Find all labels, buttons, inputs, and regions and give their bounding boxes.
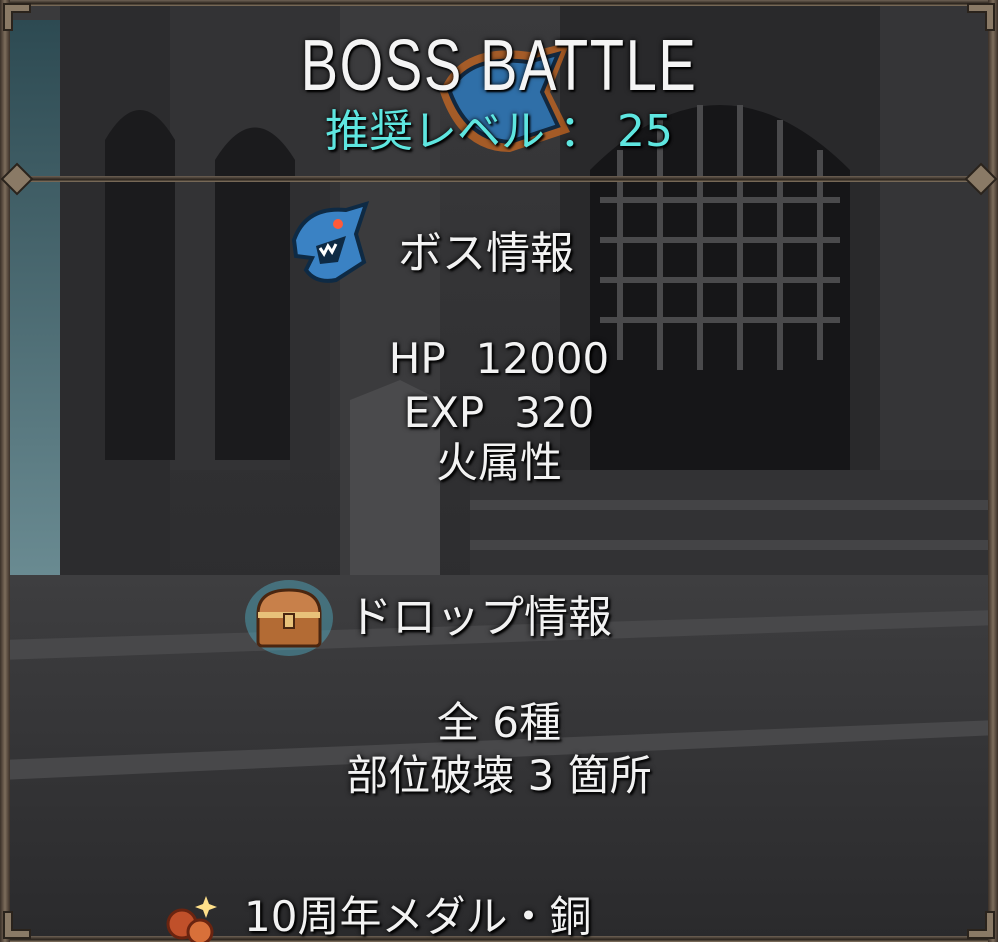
boss-hp: HP 12000 — [0, 338, 998, 380]
exp-label: EXP — [403, 388, 485, 437]
drop-total: 全 6種 — [436, 698, 562, 747]
header-divider — [0, 176, 998, 182]
boss-shark-icon — [291, 200, 370, 283]
exp-value: 320 — [514, 388, 595, 437]
recommended-level: 推奨レベル ： 25 — [325, 106, 673, 157]
drop-info-heading: ドロップ情報 — [348, 592, 612, 643]
corner-ornament-icon — [967, 911, 995, 939]
part-break-count: 部位破壊 3 箇所 — [346, 751, 652, 800]
corner-ornament-icon — [3, 911, 31, 939]
top-frame — [0, 0, 998, 6]
corner-ornament-icon — [967, 3, 995, 31]
page-title: BOSS BATTLE — [300, 26, 698, 106]
treasure-chest-icon — [245, 580, 333, 656]
boss-attribute: 火属性 — [435, 438, 562, 487]
drop-item-name: 10周年メダル・銅 — [244, 892, 592, 941]
corner-ornament-icon — [0, 162, 34, 196]
corner-ornament-icon — [964, 162, 998, 196]
hp-label: HP — [388, 334, 446, 383]
hp-value: 12000 — [475, 334, 610, 383]
boss-info-heading: ボス情報 — [398, 228, 574, 279]
corner-ornament-icon — [3, 3, 31, 31]
boss-exp: EXP 320 — [0, 392, 998, 434]
medal-icon — [166, 896, 217, 942]
